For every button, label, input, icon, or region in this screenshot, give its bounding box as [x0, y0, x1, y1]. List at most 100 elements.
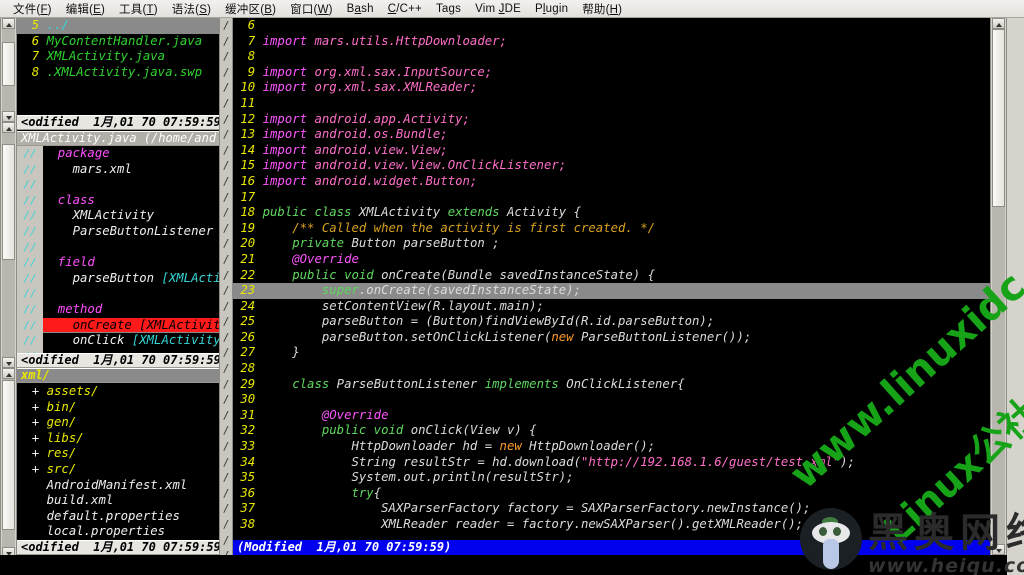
taglist-entry[interactable] — [43, 240, 219, 256]
scrollbar-thumb[interactable] — [992, 29, 1005, 207]
file-explorer-row[interactable]: 8 .XMLActivity.java.swp — [17, 65, 219, 81]
taglist-entry[interactable]: ParseButtonListener [XM — [43, 224, 219, 240]
menu-item-3[interactable]: 工具(T) — [112, 0, 165, 18]
file-explorer-row[interactable]: 6 MyContentHandler.java — [17, 34, 219, 50]
tree-expander-icon[interactable] — [17, 493, 47, 507]
taglist-scrollbar[interactable] — [0, 122, 17, 368]
taglist-pane[interactable]: XMLActivity.java (/home/and ////////////… — [17, 131, 219, 360]
code-line[interactable]: 15 import android.view.View.OnClickListe… — [233, 158, 990, 174]
menu-item-9[interactable]: Tags — [429, 2, 468, 16]
scroll-up-arrow[interactable] — [2, 18, 15, 29]
code-line[interactable]: 35 System.out.println(resultStr); — [233, 470, 990, 486]
project-tree-row[interactable]: + gen/ — [17, 415, 219, 431]
taglist-entry[interactable]: field — [43, 255, 219, 271]
scroll-down-arrow[interactable] — [2, 357, 15, 368]
tree-expander-icon[interactable]: + — [17, 446, 47, 460]
code-line[interactable]: 8 — [233, 49, 990, 65]
scroll-down-arrow[interactable] — [2, 111, 15, 122]
code-line[interactable]: 37 SAXParserFactory factory = SAXParserF… — [233, 501, 990, 517]
taglist-entry[interactable]: XMLActivity — [43, 208, 219, 224]
file-explorer-row[interactable]: 7 XMLActivity.java — [17, 49, 219, 65]
taglist-entry[interactable]: onCreate [XMLActivity] — [43, 317, 219, 334]
menu-item-8[interactable]: C/C++ — [381, 2, 429, 16]
taglist-entry[interactable]: parseButton [XMLActitit — [43, 271, 219, 287]
menu-item-1[interactable]: 文件(F) — [6, 0, 59, 18]
scrollbar-thumb[interactable] — [2, 144, 15, 260]
taglist-entry[interactable]: class — [43, 193, 219, 209]
menu-item-5[interactable]: 缓冲区(B) — [218, 0, 283, 18]
scroll-down-arrow[interactable] — [992, 544, 1005, 555]
code-line[interactable]: 26 parseButton.setOnClickListener(new Pa… — [233, 330, 990, 346]
file-explorer-scrollbar[interactable] — [0, 18, 17, 122]
menu-item-7[interactable]: Bash — [340, 2, 381, 16]
code-line[interactable]: 33 HttpDownloader hd = new HttpDownloade… — [233, 439, 990, 455]
code-line[interactable]: 6 — [233, 18, 990, 34]
project-tree-row[interactable]: default.properties — [17, 509, 219, 525]
code-editor[interactable]: 6 7 import mars.utils.HttpDownloader; 8 … — [233, 18, 990, 540]
project-tree-pane[interactable]: xml/ + assets/ + bin/ + gen/ + libs/ + r… — [17, 368, 219, 540]
scrollbar-thumb[interactable] — [2, 42, 15, 86]
scroll-up-arrow[interactable] — [992, 18, 1005, 29]
project-tree-row[interactable]: build.xml — [17, 493, 219, 509]
project-tree-row[interactable]: + bin/ — [17, 400, 219, 416]
code-line[interactable]: 22 public void onCreate(Bundle savedInst… — [233, 268, 990, 284]
code-line[interactable]: 30 — [233, 392, 990, 408]
code-line[interactable]: 13 import android.os.Bundle; — [233, 127, 990, 143]
code-line[interactable]: 38 XMLReader reader = factory.newSAXPars… — [233, 517, 990, 533]
code-line[interactable]: 24 setContentView(R.layout.main); — [233, 299, 990, 315]
vertical-split-bar[interactable]: /////////////////////////////////// — [219, 18, 233, 555]
code-line[interactable]: 29 class ParseButtonListener implements … — [233, 377, 990, 393]
code-line[interactable]: 16 import android.widget.Button; — [233, 174, 990, 190]
tree-expander-icon[interactable]: + — [17, 400, 47, 414]
code-line[interactable]: 34 String resultStr = hd.download("http:… — [233, 455, 990, 471]
file-explorer-pane[interactable]: 5 ../ 6 MyContentHandler.java 7 XMLActiv… — [17, 18, 219, 115]
code-line[interactable]: 18 public class XMLActivity extends Acti… — [233, 205, 990, 221]
taglist-entry[interactable]: method — [43, 302, 219, 318]
project-tree-scrollbar[interactable] — [0, 368, 17, 558]
tree-expander-icon[interactable] — [17, 509, 47, 523]
scroll-up-arrow[interactable] — [2, 122, 15, 133]
menu-item-11[interactable]: Plugin — [528, 2, 575, 16]
project-tree-row[interactable]: local.properties — [17, 524, 219, 540]
code-line[interactable]: 27 } — [233, 345, 990, 361]
project-tree-row[interactable]: + src/ — [17, 462, 219, 478]
code-line[interactable]: 9 import org.xml.sax.InputSource; — [233, 65, 990, 81]
project-tree-row[interactable]: + assets/ — [17, 384, 219, 400]
taglist-entry[interactable]: package — [43, 146, 219, 162]
code-line[interactable]: 17 — [233, 190, 990, 206]
code-line[interactable]: 25 parseButton = (Button)findViewById(R.… — [233, 314, 990, 330]
menu-item-4[interactable]: 语法(S) — [165, 0, 218, 18]
tree-expander-icon[interactable]: + — [17, 415, 47, 429]
scroll-up-arrow[interactable] — [2, 368, 15, 379]
editor-scrollbar[interactable] — [990, 18, 1007, 555]
taglist-entry[interactable]: mars.xml — [43, 162, 219, 178]
code-line[interactable]: 31 @Override — [233, 408, 990, 424]
menu-item-2[interactable]: 编辑(E) — [59, 0, 112, 18]
tree-expander-icon[interactable]: + — [17, 462, 47, 476]
code-line[interactable]: 12 import android.app.Activity; — [233, 112, 990, 128]
tree-expander-icon[interactable] — [17, 524, 47, 538]
scrollbar-thumb[interactable] — [2, 380, 15, 530]
code-line[interactable]: 23 super.onCreate(savedInstanceState); — [233, 283, 990, 299]
code-line[interactable]: 14 import android.view.View; — [233, 143, 990, 159]
tree-expander-icon[interactable]: + — [17, 384, 47, 398]
menu-item-10[interactable]: Vim JDE — [468, 2, 528, 16]
project-tree-row[interactable]: + res/ — [17, 446, 219, 462]
file-explorer-row[interactable]: 5 ../ — [17, 18, 219, 34]
taglist-entry[interactable]: onClick [XMLActivity.Pa — [43, 333, 219, 349]
code-line[interactable]: 10 import org.xml.sax.XMLReader; — [233, 80, 990, 96]
taglist-entry[interactable] — [43, 177, 219, 193]
code-line[interactable]: 36 try{ — [233, 486, 990, 502]
menu-item-12[interactable]: 帮助(H) — [575, 0, 629, 18]
code-line[interactable]: 21 @Override — [233, 252, 990, 268]
project-tree-row[interactable]: + libs/ — [17, 431, 219, 447]
code-line[interactable]: 7 import mars.utils.HttpDownloader; — [233, 34, 990, 50]
code-line[interactable]: 32 public void onClick(View v) { — [233, 423, 990, 439]
code-line[interactable]: 19 /** Called when the activity is first… — [233, 221, 990, 237]
taglist-entry[interactable] — [43, 286, 219, 302]
code-line[interactable]: 11 — [233, 96, 990, 112]
tree-expander-icon[interactable] — [17, 478, 47, 492]
code-line[interactable]: 28 — [233, 361, 990, 377]
code-line[interactable]: 20 private Button parseButton ; — [233, 236, 990, 252]
project-tree-row[interactable]: AndroidManifest.xml — [17, 478, 219, 494]
